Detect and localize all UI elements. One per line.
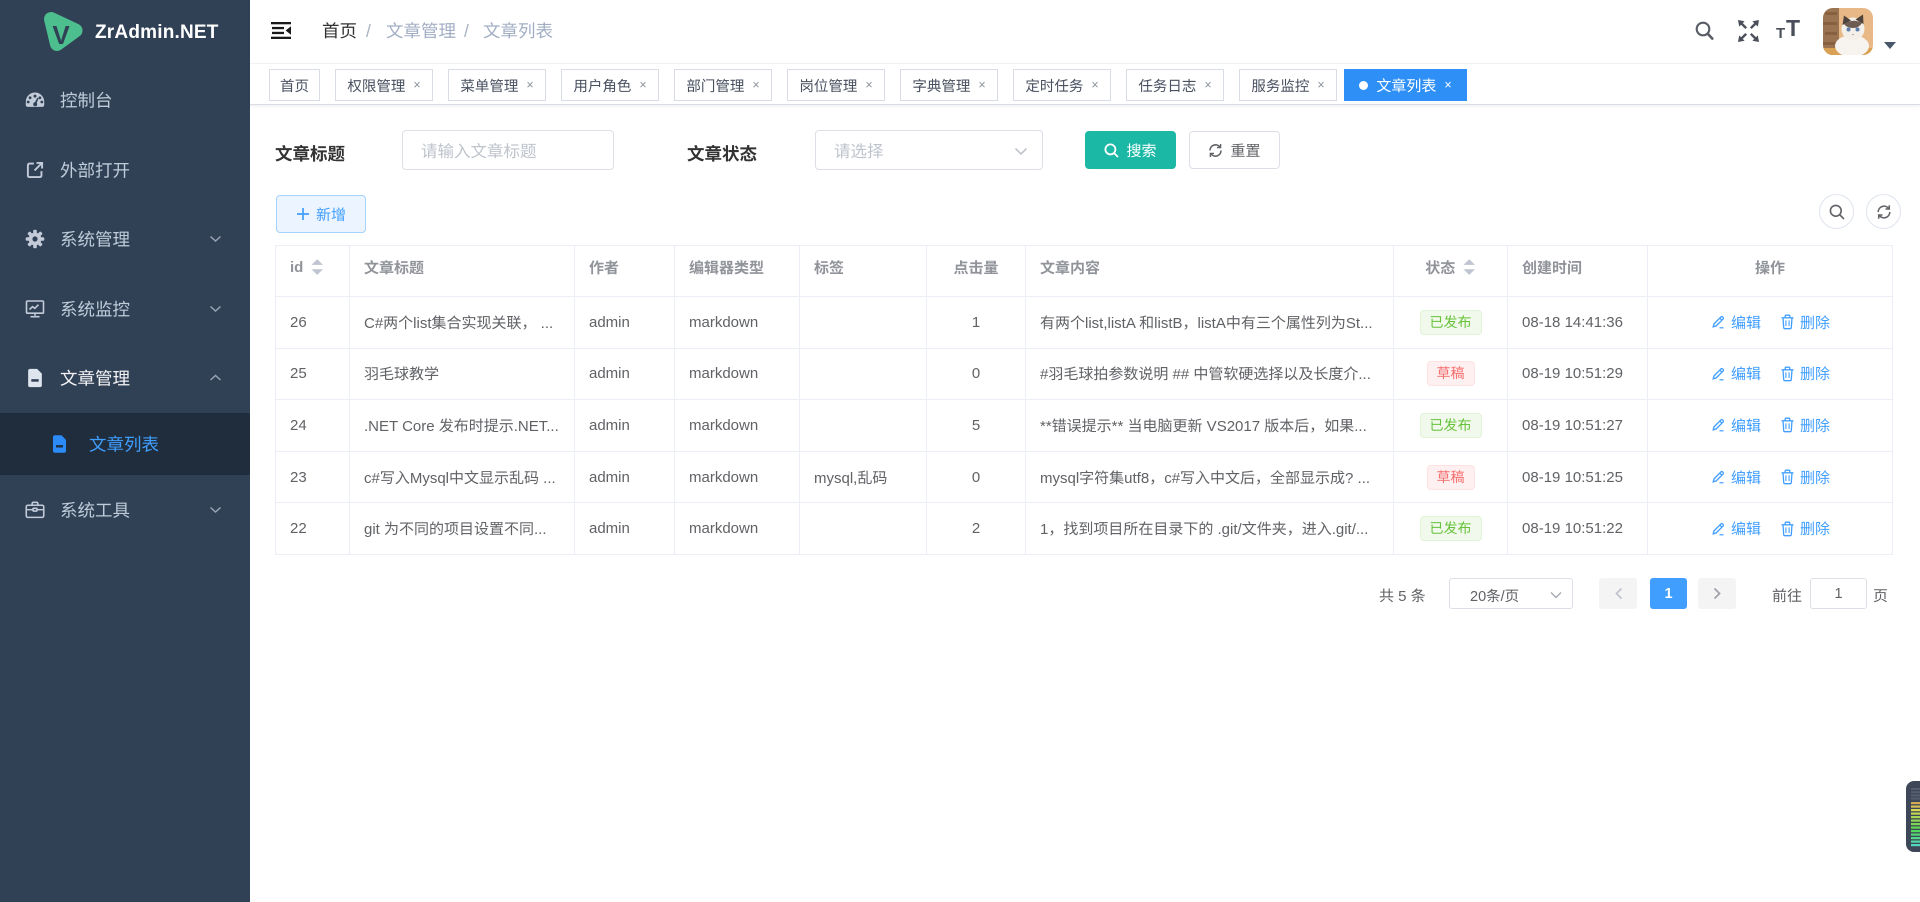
svg-text:V: V: [52, 20, 70, 50]
